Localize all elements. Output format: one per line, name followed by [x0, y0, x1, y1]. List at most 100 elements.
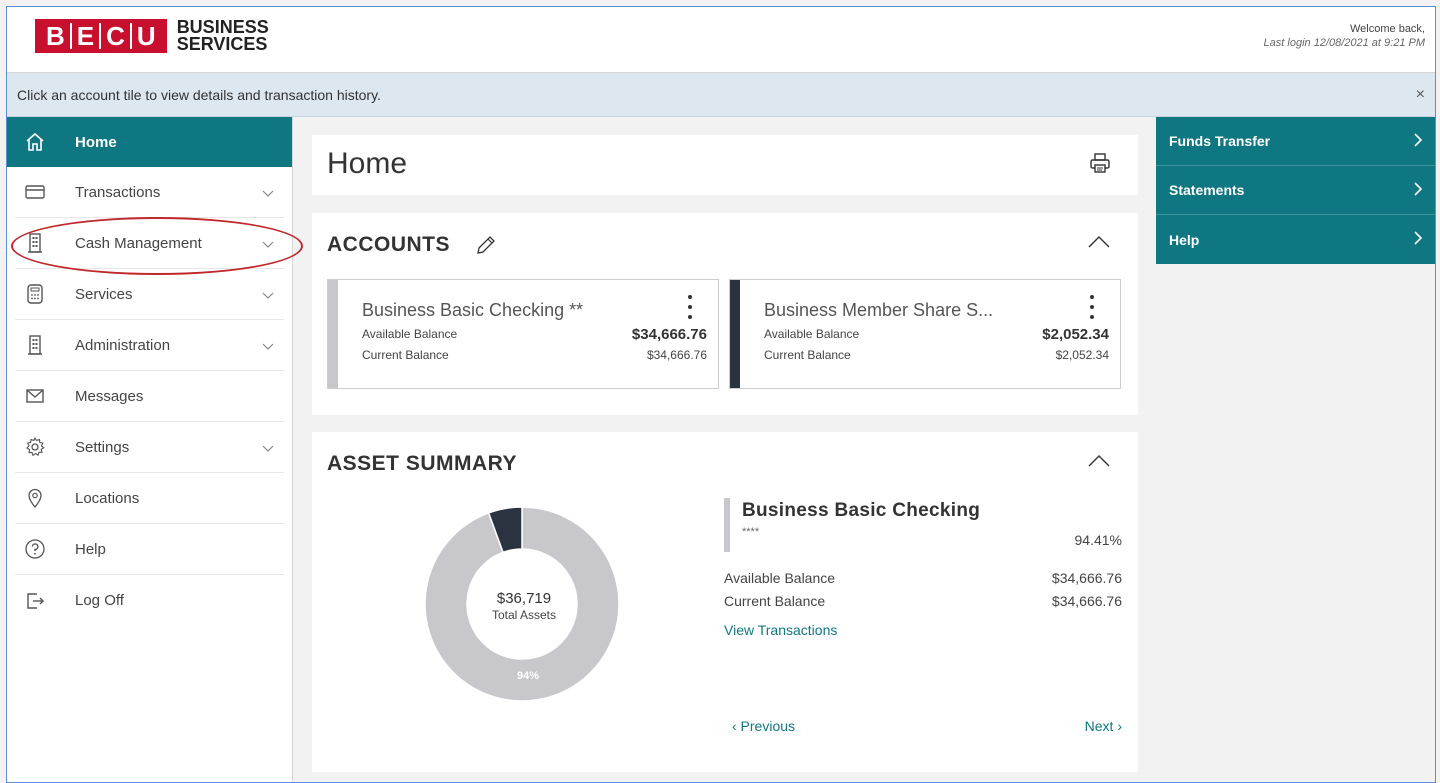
sidebar-item-label: Locations [75, 489, 140, 507]
current-balance-label: Current Balance [724, 593, 826, 609]
info-banner: Click an account tile to view details an… [7, 73, 1435, 117]
chevron-right-icon [1413, 132, 1423, 151]
accounts-title: ACCOUNTS [327, 233, 450, 256]
account-tile[interactable]: Business Basic Checking ** Available Bal… [327, 279, 719, 389]
logo-letter: U [136, 21, 156, 51]
chevron-down-icon [262, 338, 274, 356]
building-icon [23, 333, 47, 357]
sidebar-nav: Home Transactions Cash Management Servic… [7, 117, 303, 782]
sidebar-item-log-off[interactable]: Log Off [15, 575, 284, 626]
sidebar-item-label: Administration [75, 336, 171, 354]
total-assets-amount: $36,719 [496, 590, 552, 607]
sidebar-item-administration[interactable]: Administration [15, 320, 284, 371]
chevron-up-icon[interactable] [1088, 454, 1110, 473]
view-transactions-link[interactable]: View Transactions [724, 622, 837, 638]
sidebar-item-messages[interactable]: Messages [15, 371, 284, 422]
chevron-right-icon [1413, 181, 1423, 200]
close-icon[interactable]: × [1416, 73, 1425, 117]
sidebar-item-label: Transactions [75, 183, 161, 201]
card-icon [23, 180, 47, 204]
logout-icon [23, 589, 47, 613]
chevron-up-icon[interactable] [1088, 235, 1110, 254]
sidebar-item-label: Cash Management [75, 234, 202, 252]
logo-letter: E [76, 21, 95, 51]
sidebar-item-label: Help [75, 540, 106, 558]
pencil-icon[interactable] [474, 233, 498, 262]
current-balance-value: $34,666.76 [1051, 593, 1122, 609]
app-window: B E C U BUSINESS SERVICES Welcome back, … [6, 6, 1436, 783]
info-banner-message: Click an account tile to view details an… [17, 87, 381, 103]
logo-line-2: SERVICES [176, 34, 268, 54]
asset-summary-card: ASSET SUMMARY $36,719 Total Assets 94% B… [312, 432, 1138, 772]
logo-box: B E C U [35, 19, 167, 53]
chevron-down-icon [262, 287, 274, 305]
total-assets-label: Total Assets [491, 608, 557, 622]
quick-link-funds-transfer[interactable]: Funds Transfer [1156, 117, 1435, 166]
next-button[interactable]: Next › [1085, 718, 1122, 734]
question-icon [23, 537, 47, 561]
logo-text: BUSINESS SERVICES [176, 18, 269, 54]
envelope-icon [23, 384, 47, 408]
account-name: Business Member Share S... [764, 300, 994, 320]
sidebar-item-label: Settings [75, 438, 130, 456]
asset-account-name: Business Basic Checking [742, 500, 981, 521]
available-balance-value: $34,666.76 [631, 326, 707, 343]
current-balance-label: Current Balance [764, 348, 851, 362]
asset-percent: 94.41% [1074, 532, 1122, 548]
sidebar-item-home[interactable]: Home [7, 117, 292, 167]
quick-link-label: Funds Transfer [1169, 133, 1271, 149]
current-balance-value: $34,666.76 [646, 348, 707, 362]
previous-button[interactable]: ‹ Previous [732, 718, 795, 734]
asset-available-row: Available Balance $34,666.76 [724, 570, 1122, 586]
welcome-block: Welcome back, Last login 12/08/2021 at 9… [1264, 23, 1425, 49]
chevron-down-icon [262, 440, 274, 458]
logo-letter: B [46, 21, 65, 51]
available-balance-label: Available Balance [764, 327, 860, 341]
chevron-down-icon [262, 185, 274, 203]
current-balance-label: Current Balance [362, 348, 449, 362]
print-icon[interactable] [1088, 151, 1112, 180]
chevron-down-icon [262, 236, 274, 254]
sidebar-item-locations[interactable]: Locations [15, 473, 284, 524]
becu-logo[interactable]: B E C U BUSINESS SERVICES [35, 18, 269, 54]
sidebar-item-label: Home [75, 133, 117, 151]
asset-summary-title: ASSET SUMMARY [327, 452, 518, 475]
quick-links-panel: Funds Transfer Statements Help [1156, 117, 1435, 264]
more-options-icon[interactable] [1084, 292, 1100, 322]
sidebar-item-label: Log Off [75, 592, 124, 609]
quick-link-help[interactable]: Help [1156, 215, 1435, 264]
available-balance-value: $34,666.76 [1051, 570, 1122, 586]
available-balance-label: Available Balance [362, 327, 458, 341]
chevron-right-icon [1413, 230, 1423, 249]
map-pin-icon [23, 486, 47, 510]
sidebar-item-transactions[interactable]: Transactions [15, 167, 284, 218]
gear-icon [23, 435, 47, 459]
home-header-card: Home [312, 135, 1138, 195]
logo-letter: C [106, 21, 125, 51]
more-options-icon[interactable] [682, 292, 698, 322]
accounts-card: ACCOUNTS Business Basic Checking ** Avai… [312, 213, 1138, 415]
header: B E C U BUSINESS SERVICES Welcome back, … [7, 7, 1435, 73]
page-title: Home [327, 147, 408, 180]
welcome-text: Welcome back, [1350, 23, 1425, 35]
account-tile-color-bar [730, 280, 740, 388]
last-login-text: Last login 12/08/2021 at 9:21 PM [1263, 37, 1425, 49]
sidebar-item-services[interactable]: Services [15, 269, 284, 320]
quick-link-statements[interactable]: Statements [1156, 166, 1435, 215]
available-balance-label: Available Balance [724, 570, 836, 586]
account-name: Business Basic Checking ** [362, 300, 584, 320]
donut-center: $36,719 Total Assets [459, 590, 589, 622]
current-balance-value: $2,052.34 [1055, 348, 1109, 362]
sidebar-item-label: Messages [75, 387, 144, 405]
building-icon [23, 231, 47, 255]
asset-current-row: Current Balance $34,666.76 [724, 593, 1122, 609]
quick-link-label: Statements [1169, 182, 1245, 198]
donut-slice-label: 94% [517, 670, 540, 682]
account-tile[interactable]: Business Member Share S... Available Bal… [729, 279, 1121, 389]
sidebar-item-help[interactable]: Help [15, 524, 284, 575]
sidebar-item-cash-management[interactable]: Cash Management [15, 218, 284, 269]
sidebar-item-settings[interactable]: Settings [15, 422, 284, 473]
sidebar-item-label: Services [75, 285, 133, 303]
asset-color-bar [724, 498, 730, 552]
available-balance-value: $2,052.34 [1042, 326, 1109, 343]
